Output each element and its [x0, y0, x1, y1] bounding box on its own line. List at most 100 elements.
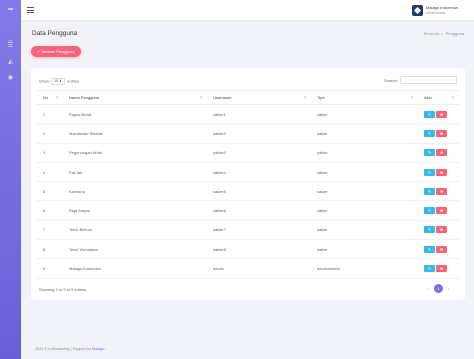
- pagination-prev[interactable]: ‹: [424, 284, 433, 293]
- sort-icon: ⇅: [55, 95, 59, 100]
- delete-icon[interactable]: ✖: [436, 245, 447, 253]
- users-table: No ⇅ Nama Pengguna ⇅ Username ⇅ Tipe ⇅ Aksi ⇅…: [37, 90, 459, 279]
- column-header-no[interactable]: No ⇅: [37, 90, 63, 105]
- cell-actions: ✎ ✖: [418, 220, 459, 241]
- list-icon[interactable]: ☰: [6, 43, 15, 50]
- table-row: 4 Fak fak saiker4 saiker ✎ ✖: [37, 162, 459, 183]
- delete-icon[interactable]: ✖: [436, 226, 447, 234]
- cell-actions: ✎ ✖: [418, 181, 459, 202]
- pagination-page-1[interactable]: 1: [433, 284, 443, 293]
- table-header-row: No ⇅ Nama Pengguna ⇅ Username ⇅ Tipe ⇅ Aksi ⇅: [37, 90, 459, 105]
- edit-icon[interactable]: ✎: [424, 245, 435, 253]
- cell-no: 3: [37, 143, 63, 163]
- sort-icon: ⇅: [199, 95, 203, 100]
- cell-tipe: saiker: [311, 104, 418, 125]
- sort-icon: ⇅: [451, 95, 455, 100]
- cell-username: saiker4: [207, 162, 311, 183]
- show-entries: Show 10 ⬍ entries: [39, 78, 79, 85]
- edit-icon[interactable]: ✎: [424, 226, 435, 234]
- sidebar: ∞ ◠ ☰ ◭ ◉: [0, 0, 21, 359]
- pagination: ‹ 1 ›: [424, 284, 453, 293]
- column-header-username[interactable]: Username ⇅: [207, 90, 311, 105]
- topbar: Malago Indonesia administrator: [21, 0, 474, 21]
- breadcrumb: Beranda > Pengguna: [424, 31, 464, 36]
- cell-actions: ✎ ✖: [418, 162, 459, 183]
- breadcrumb-current: Pengguna: [445, 31, 464, 36]
- table-row: 8 Teluk Wondama saiker8 saiker ✎ ✖: [37, 239, 459, 260]
- cell-no: 7: [37, 220, 63, 241]
- table-row: 9 Malago Indonesia admin administrator ✎ ✖: [37, 258, 459, 279]
- column-header-aksi[interactable]: Aksi ⇅: [418, 90, 459, 105]
- footer-link[interactable]: Malago: [92, 347, 104, 351]
- show-label: Show: [39, 78, 50, 84]
- users-table-body: 1 Papua Barat saiker1 saiker ✎ ✖ 2 Manokwari Se…: [37, 104, 459, 279]
- cell-tipe: saiker: [311, 123, 418, 144]
- cell-username: admin: [207, 258, 311, 279]
- cell-no: 1: [37, 104, 63, 125]
- table-row: 7 Teluk Bintuni saiker7 saiker ✎ ✖: [37, 220, 459, 241]
- footer: 2021 © e-Monitoring | Support by Malago: [35, 347, 104, 351]
- cell-actions: ✎ ✖: [418, 239, 459, 260]
- cell-tipe: saiker: [311, 220, 418, 241]
- cell-nama: Manokwari Selatan: [63, 123, 207, 144]
- cell-username: saiker5: [207, 181, 311, 202]
- cell-username: saiker1: [207, 104, 311, 125]
- delete-icon[interactable]: ✖: [436, 187, 447, 195]
- cell-nama: Pegunungan Arfak: [63, 143, 207, 163]
- brand-logo-icon: [412, 5, 423, 16]
- cell-tipe: saiker: [311, 162, 418, 183]
- cell-username: saiker3: [207, 143, 311, 163]
- brand-name[interactable]: Malago Indonesia: [426, 5, 458, 10]
- cell-username: saiker8: [207, 239, 311, 260]
- cell-username: saiker2: [207, 123, 311, 144]
- brand-role: administrator: [426, 11, 446, 15]
- delete-icon[interactable]: ✖: [436, 265, 447, 273]
- cell-no: 8: [37, 239, 63, 260]
- cell-no: 4: [37, 162, 63, 183]
- edit-icon[interactable]: ✎: [424, 149, 435, 157]
- edit-icon[interactable]: ✎: [424, 187, 435, 195]
- cell-no: 6: [37, 200, 63, 221]
- delete-icon[interactable]: ✖: [436, 149, 447, 157]
- cell-nama: Raja Ampat: [63, 200, 207, 221]
- cell-tipe: saiker: [311, 200, 418, 221]
- cell-nama: Malago Indonesia: [63, 258, 207, 279]
- edit-icon[interactable]: ✎: [424, 265, 435, 273]
- cell-username: saiker7: [207, 220, 311, 241]
- table-row: 2 Manokwari Selatan saiker2 saiker ✎ ✖: [37, 123, 459, 144]
- delete-icon[interactable]: ✖: [436, 110, 447, 118]
- entries-select[interactable]: 10 ⬍: [51, 78, 66, 85]
- cell-nama: Teluk Wondama: [63, 239, 207, 260]
- column-header-tipe[interactable]: Tipe ⇅: [311, 90, 418, 105]
- cell-tipe: saiker: [311, 239, 418, 260]
- menu-toggle-icon[interactable]: [27, 7, 34, 13]
- add-user-button[interactable]: + Tambah Pengguna: [31, 46, 81, 57]
- chart-icon[interactable]: ◭: [6, 59, 15, 66]
- pagination-next[interactable]: ›: [444, 284, 453, 293]
- delete-icon[interactable]: ✖: [436, 207, 447, 215]
- cell-nama: Kaimana: [63, 181, 207, 202]
- cell-username: saiker6: [207, 200, 311, 221]
- cell-nama: Fak fak: [63, 162, 207, 183]
- entries-value: 10: [54, 79, 59, 83]
- cell-tipe: saiker: [311, 181, 418, 202]
- breadcrumb-separator: >: [441, 31, 444, 36]
- table-info: Showing 1 to 9 of 9 entries: [39, 287, 87, 292]
- breadcrumb-home[interactable]: Beranda: [424, 31, 439, 36]
- delete-icon[interactable]: ✖: [436, 129, 447, 137]
- user-icon[interactable]: ◉: [6, 75, 15, 82]
- app-logo-icon[interactable]: ∞: [4, 6, 17, 13]
- edit-icon[interactable]: ✎: [424, 168, 435, 176]
- cell-nama: Teluk Bintuni: [63, 220, 207, 241]
- edit-icon[interactable]: ✎: [424, 110, 435, 118]
- cell-tipe: saiker: [311, 143, 418, 163]
- edit-icon[interactable]: ✎: [424, 207, 435, 215]
- edit-icon[interactable]: ✎: [424, 129, 435, 137]
- cell-actions: ✎ ✖: [418, 123, 459, 144]
- delete-icon[interactable]: ✖: [436, 168, 447, 176]
- cell-actions: ✎ ✖: [418, 258, 459, 279]
- column-header-nama[interactable]: Nama Pengguna ⇅: [63, 90, 207, 105]
- sort-icon: ⇅: [303, 95, 307, 100]
- search-input[interactable]: [400, 76, 457, 84]
- entries-label: entries: [67, 78, 80, 84]
